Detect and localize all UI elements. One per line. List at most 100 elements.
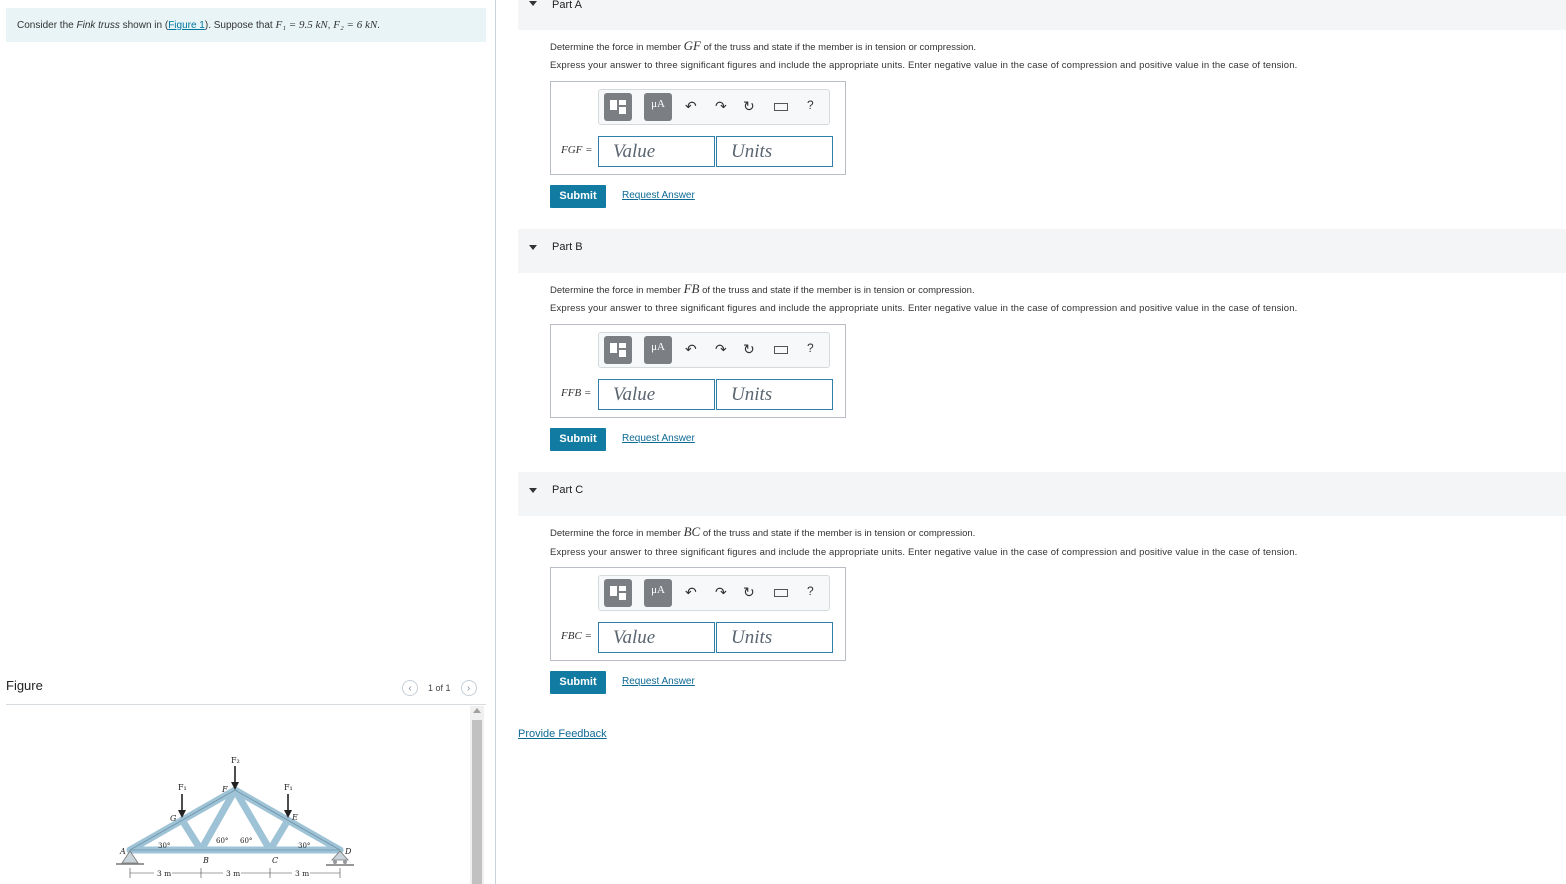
units-input[interactable]: Units — [716, 379, 833, 410]
label-g: G — [170, 814, 177, 823]
undo-icon[interactable]: ↶ — [685, 98, 697, 115]
field-label: FGF = — [561, 144, 593, 156]
force-f1: F₁ = 9.5 kN — [275, 19, 328, 31]
provide-feedback-link[interactable]: Provide Feedback — [518, 728, 607, 740]
label-f1-left: F₁ — [178, 783, 187, 792]
part-b-question: Determine the force in member FB of the … — [550, 281, 975, 297]
label-c: C — [272, 856, 278, 865]
part-a-question: Determine the force in member GF of the … — [550, 38, 976, 54]
keyboard-icon[interactable] — [774, 589, 788, 597]
label-f: F — [221, 785, 228, 794]
question-text: Determine the force in member — [550, 285, 684, 296]
problem-panel: Consider the Fink truss shown in (Figure… — [0, 0, 496, 884]
request-answer-link[interactable]: Request Answer — [622, 433, 695, 444]
figure-title: Figure — [6, 678, 43, 693]
problem-statement: Consider the Fink truss shown in (Figure… — [6, 8, 486, 42]
collapse-triangle-icon[interactable] — [529, 488, 537, 493]
help-icon[interactable]: ? — [807, 584, 814, 598]
math-toolbar: μA ↶ ↷ ↻ ? — [598, 332, 830, 368]
units-input[interactable]: Units — [716, 136, 833, 167]
problem-text: Consider the — [17, 20, 77, 31]
truss-members — [126, 786, 344, 854]
math-toolbar: μA ↶ ↷ ↻ ? — [598, 89, 830, 125]
redo-icon[interactable]: ↷ — [715, 98, 727, 115]
part-b-header[interactable]: Part B — [518, 229, 1566, 273]
redo-icon[interactable]: ↷ — [715, 341, 727, 358]
label-angle-1: 30° — [158, 842, 170, 850]
part-b-instructions: Express your answer to three significant… — [550, 303, 1298, 314]
part-b-label: Part B — [552, 241, 583, 253]
undo-icon[interactable]: ↶ — [685, 341, 697, 358]
problem-end: . — [377, 20, 380, 31]
question-text-2: of the truss and state if the member is … — [700, 42, 977, 53]
next-figure-icon[interactable]: › — [460, 680, 477, 696]
keyboard-icon[interactable] — [774, 346, 788, 354]
submit-button[interactable]: Submit — [550, 185, 606, 208]
truss-name: Fink truss — [76, 20, 120, 31]
units-symbol-button[interactable]: μA — [644, 336, 672, 364]
member-name: BC — [683, 524, 701, 539]
submit-button[interactable]: Submit — [550, 671, 606, 694]
units-input[interactable]: Units — [716, 622, 833, 653]
reset-icon[interactable]: ↻ — [743, 341, 755, 358]
redo-icon[interactable]: ↷ — [715, 584, 727, 601]
field-label: FFB = — [561, 387, 592, 399]
label-angle-4: 30° — [298, 842, 310, 850]
problem-text-3: ). Suppose that — [204, 20, 276, 31]
figure-pager: ‹ 1 of 1 › — [402, 678, 477, 698]
part-a-header[interactable]: Part A — [518, 0, 1566, 30]
collapse-triangle-icon[interactable] — [529, 1, 537, 6]
math-toolbar: μA ↶ ↷ ↻ ? — [598, 575, 830, 611]
request-answer-link[interactable]: Request Answer — [622, 676, 695, 687]
fink-truss-figure: F₂ F₁ F₁ A B C D E F G 30° 60° 60° 30° 3… — [116, 756, 354, 878]
scroll-thumb[interactable] — [472, 720, 482, 884]
request-answer-link[interactable]: Request Answer — [622, 190, 695, 201]
member-name: FB — [683, 281, 700, 296]
part-c-instructions: Express your answer to three significant… — [550, 547, 1298, 558]
figure-scrollbar[interactable] — [470, 706, 484, 884]
submit-button[interactable]: Submit — [550, 428, 606, 451]
force-f2: F₂ = 6 kN — [333, 19, 378, 31]
templates-icon[interactable] — [604, 93, 632, 121]
label-f1-right: F₁ — [284, 783, 293, 792]
label-b: B — [202, 856, 209, 865]
value-input[interactable]: Value — [598, 622, 715, 653]
reset-icon[interactable]: ↻ — [743, 98, 755, 115]
pager-count: 1 of 1 — [428, 683, 451, 693]
undo-icon[interactable]: ↶ — [685, 584, 697, 601]
units-symbol-button[interactable]: μA — [644, 93, 672, 121]
help-icon[interactable]: ? — [807, 341, 814, 355]
label-dim-1: 3 m — [157, 869, 171, 878]
question-text-2: of the truss and state if the member is … — [699, 285, 975, 296]
help-icon[interactable]: ? — [807, 98, 814, 112]
part-a-instructions: Express your answer to three significant… — [550, 60, 1298, 71]
problem-text-2: shown in ( — [119, 20, 169, 31]
figure-link[interactable]: Figure 1 — [168, 20, 205, 31]
part-b-answer-box: μA ↶ ↷ ↻ ? FFB = Value Units — [550, 324, 846, 418]
label-f2: F₂ — [231, 756, 240, 765]
part-c-answer-box: μA ↶ ↷ ↻ ? FBC = Value Units — [550, 567, 846, 661]
label-dim-2: 3 m — [226, 869, 240, 878]
label-a: A — [119, 847, 126, 856]
scroll-up-icon[interactable] — [473, 708, 481, 713]
value-input[interactable]: Value — [598, 379, 715, 410]
label-angle-3: 60° — [240, 837, 252, 845]
part-a-label: Part A — [552, 0, 582, 11]
question-text: Determine the force in member — [550, 528, 684, 539]
value-input[interactable]: Value — [598, 136, 715, 167]
figure-divider — [6, 704, 486, 705]
reset-icon[interactable]: ↻ — [743, 584, 755, 601]
label-d: D — [344, 847, 352, 856]
field-label: FBC = — [561, 630, 592, 642]
templates-icon[interactable] — [604, 579, 632, 607]
keyboard-icon[interactable] — [774, 103, 788, 111]
collapse-triangle-icon[interactable] — [529, 245, 537, 250]
part-c-header[interactable]: Part C — [518, 472, 1566, 516]
units-symbol-button[interactable]: μA — [644, 579, 672, 607]
prev-figure-icon[interactable]: ‹ — [402, 680, 418, 696]
templates-icon[interactable] — [604, 336, 632, 364]
member-name: GF — [683, 38, 701, 53]
label-dim-3: 3 m — [295, 869, 309, 878]
part-c-label: Part C — [552, 484, 584, 496]
question-text-2: of the truss and state if the member is … — [700, 528, 976, 539]
